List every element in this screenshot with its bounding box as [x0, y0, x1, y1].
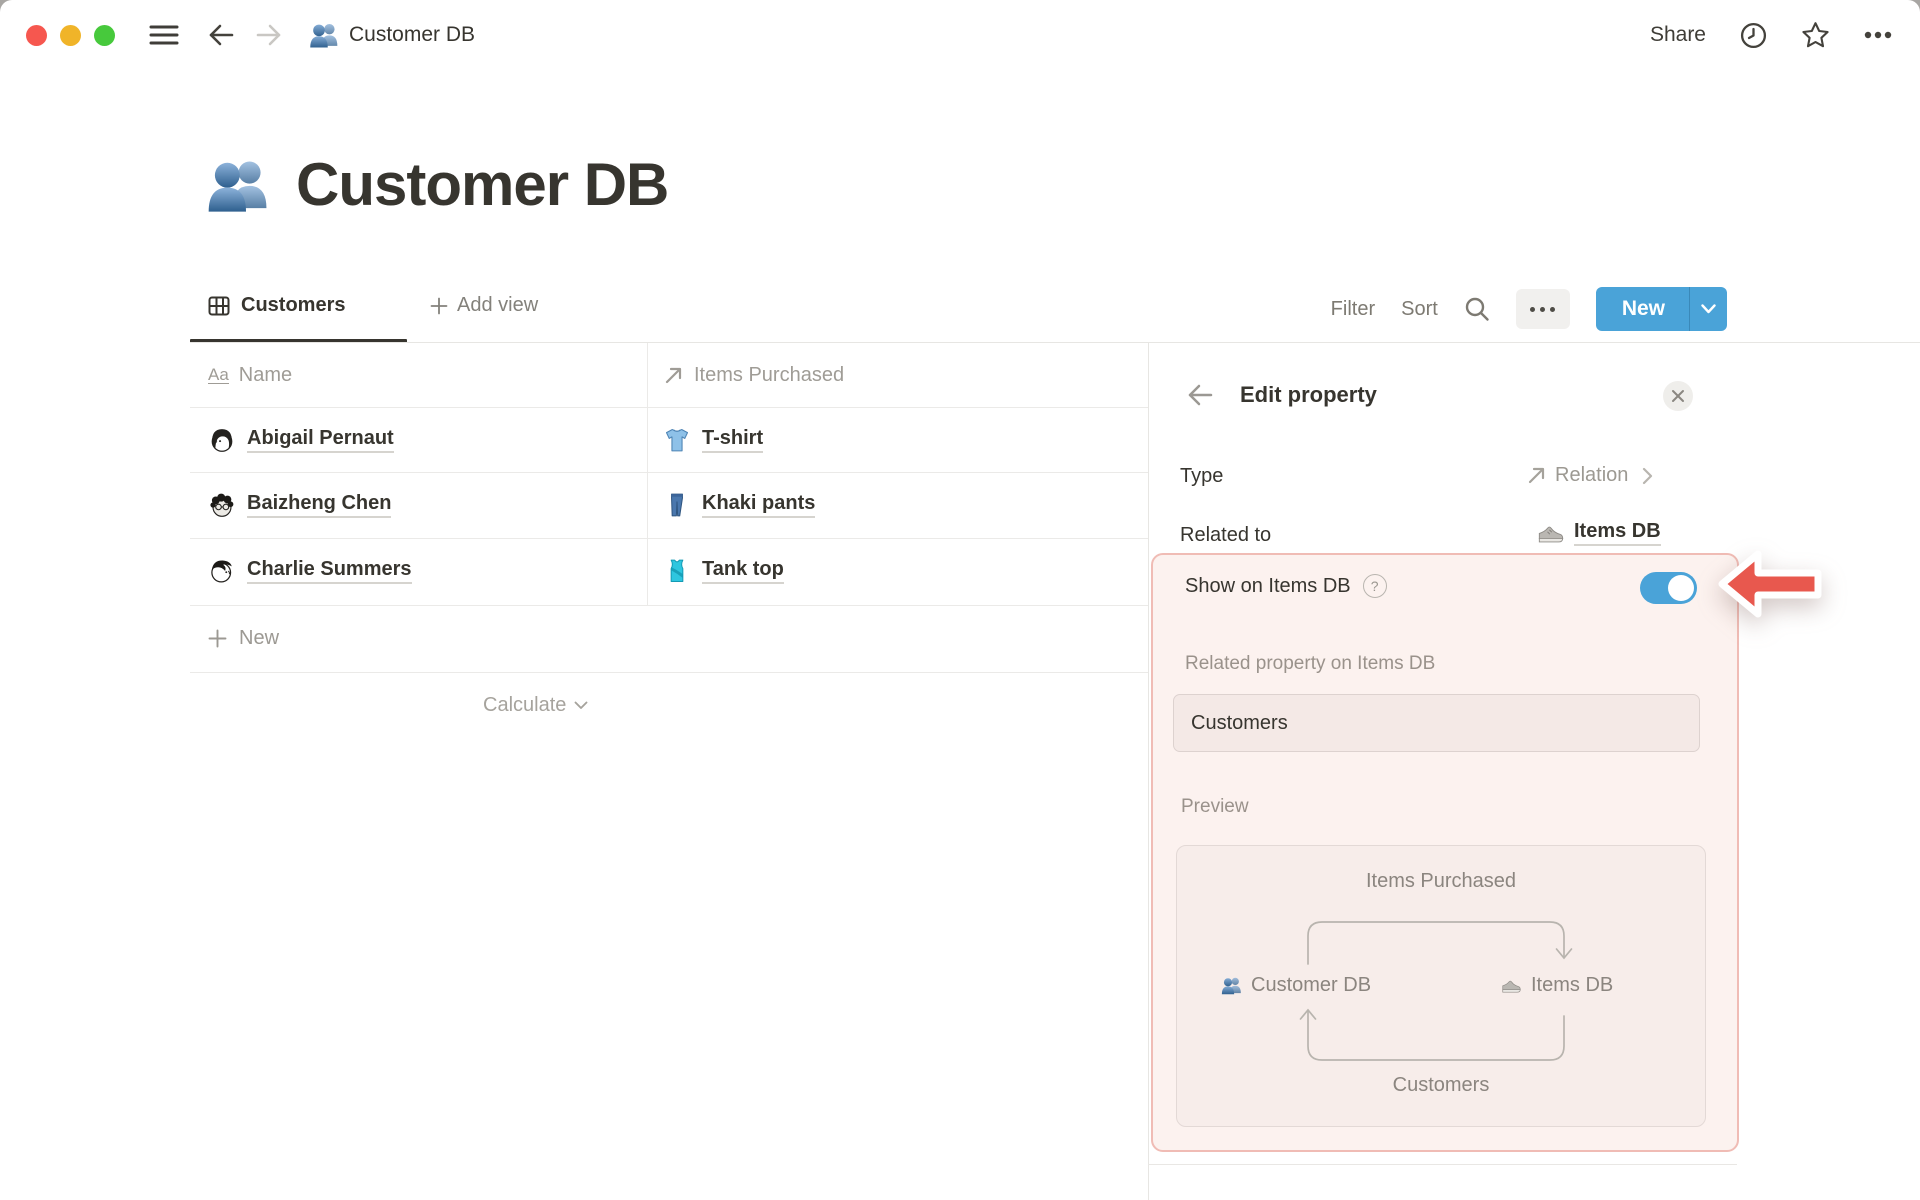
panel-back-arrow-icon[interactable] — [1186, 383, 1214, 407]
relation-arrow-icon — [663, 365, 684, 386]
dot — [1530, 306, 1536, 312]
text-property-icon: Aa — [208, 364, 229, 385]
related-property-input[interactable] — [1173, 694, 1700, 752]
people-icon — [1221, 975, 1242, 996]
relation-arrow-icon — [1526, 465, 1547, 486]
hamburger-menu-icon[interactable] — [149, 23, 179, 47]
dot — [1540, 306, 1546, 312]
share-button[interactable]: Share — [1650, 23, 1706, 47]
chevron-right-icon — [1642, 467, 1653, 485]
panel-section-divider — [1148, 1164, 1737, 1165]
name-cell[interactable]: Baizheng Chen — [208, 472, 392, 537]
annotation-arrow-left-icon — [1718, 550, 1822, 618]
view-options-button[interactable] — [1515, 289, 1570, 329]
close-window-button[interactable] — [26, 24, 47, 46]
new-row-button[interactable]: New — [190, 606, 1148, 671]
related-to-label: Related to — [1180, 524, 1272, 546]
tab-customers-label: Customers — [241, 294, 346, 316]
new-button-chevron-icon[interactable] — [1690, 287, 1727, 331]
avatar-baizheng — [208, 491, 236, 519]
new-button-label[interactable]: New — [1596, 287, 1689, 331]
diagram-top-label: Items Purchased — [1365, 870, 1517, 892]
avatar-charlie — [208, 557, 236, 585]
khaki-pants-icon — [663, 491, 691, 519]
item-link[interactable]: Tank top — [702, 558, 784, 584]
calculate-label: Calculate — [483, 693, 567, 716]
filter-button[interactable]: Filter — [1331, 298, 1375, 321]
customer-name-link[interactable]: Charlie Summers — [247, 558, 412, 584]
add-view-label: Add view — [457, 294, 539, 316]
column-header-name[interactable]: Aa Name — [208, 343, 292, 407]
diagram-right-node-label: Items DB — [1531, 974, 1614, 996]
column-header-items-purchased[interactable]: Items Purchased — [663, 343, 844, 407]
related-to-value-label: Items DB — [1574, 520, 1661, 546]
item-link[interactable]: Khaki pants — [702, 492, 816, 518]
page-title[interactable]: Customer DB — [296, 150, 669, 219]
preview-label: Preview — [1181, 796, 1249, 817]
sneaker-icon — [1537, 519, 1565, 547]
related-property-label: Related property on Items DB — [1185, 653, 1436, 674]
column-items-label: Items Purchased — [694, 363, 845, 386]
add-view-button[interactable]: Add view — [430, 294, 538, 317]
back-arrow-icon[interactable] — [207, 23, 235, 47]
type-value-button[interactable]: Relation — [1526, 464, 1653, 487]
show-on-items-db-label: Show on Items DB — [1185, 574, 1351, 597]
item-cell[interactable]: T-shirt — [663, 407, 764, 472]
table-header-row: Aa Name Items Purchased — [190, 343, 1148, 407]
table-view-icon — [208, 295, 230, 317]
name-cell[interactable]: Charlie Summers — [208, 538, 412, 603]
item-cell[interactable]: Khaki pants — [663, 472, 816, 537]
table-row: Charlie Summers Tank top — [190, 538, 1148, 603]
sort-button[interactable]: Sort — [1401, 298, 1438, 321]
dot — [1550, 306, 1556, 312]
table-row: Baizheng Chen Khaki pants — [190, 472, 1148, 537]
item-cell[interactable]: Tank top — [663, 538, 784, 603]
name-cell[interactable]: Abigail Pernaut — [208, 407, 394, 472]
table-row: Abigail Pernaut T-shirt — [190, 407, 1148, 472]
traffic-lights — [26, 24, 115, 46]
close-panel-button[interactable] — [1663, 381, 1693, 411]
type-value-label: Relation — [1555, 464, 1629, 486]
forward-arrow-icon[interactable] — [255, 23, 283, 47]
page-icon-people — [206, 153, 270, 217]
customer-name-link[interactable]: Baizheng Chen — [247, 492, 392, 518]
relation-preview-box: Items Purchased Customer DB Items DB Cus… — [1176, 845, 1706, 1127]
plus-icon — [430, 297, 448, 315]
clock-history-icon[interactable] — [1740, 22, 1767, 49]
new-record-button[interactable]: New — [1595, 287, 1727, 331]
panel-divider — [1148, 343, 1149, 1200]
diagram-customer-db-node: Customer DB — [1221, 974, 1371, 997]
help-icon[interactable]: ? — [1362, 574, 1387, 598]
diagram-bottom-label: Customers — [1392, 1074, 1490, 1096]
related-to-value-button[interactable]: Items DB — [1537, 519, 1661, 547]
panel-title: Edit property — [1240, 382, 1377, 407]
plus-icon — [208, 629, 227, 648]
customer-name-link[interactable]: Abigail Pernaut — [247, 427, 394, 453]
item-link[interactable]: T-shirt — [702, 427, 764, 453]
window-topbar: Customer DB Share — [0, 0, 1920, 70]
t-shirt-icon — [663, 426, 691, 454]
show-on-items-db-toggle[interactable] — [1640, 572, 1697, 604]
row-divider — [190, 672, 1148, 673]
app-window: Customer DB Share Customer DB Customers … — [0, 0, 1920, 1200]
tab-customers[interactable]: Customers — [208, 294, 345, 317]
new-row-label: New — [239, 627, 280, 649]
sneaker-icon — [1501, 975, 1522, 996]
calculate-button[interactable]: Calculate — [483, 679, 588, 731]
column-name-label: Name — [238, 363, 293, 386]
diagram-left-node-label: Customer DB — [1251, 974, 1372, 996]
toggle-knob — [1668, 575, 1694, 601]
zoom-window-button[interactable] — [94, 24, 115, 46]
search-icon[interactable] — [1464, 296, 1490, 322]
diagram-items-db-node: Items DB — [1501, 974, 1613, 997]
chevron-down-icon — [574, 701, 588, 710]
tank-top-icon — [663, 557, 691, 585]
favorite-star-icon[interactable] — [1801, 21, 1830, 49]
avatar-abigail — [208, 426, 236, 454]
type-label: Type — [1180, 465, 1224, 487]
breadcrumb-doc-title[interactable]: Customer DB — [349, 23, 475, 47]
minimize-window-button[interactable] — [60, 24, 81, 46]
customer-db-people-icon — [309, 20, 339, 50]
more-options-icon[interactable] — [1864, 31, 1892, 39]
